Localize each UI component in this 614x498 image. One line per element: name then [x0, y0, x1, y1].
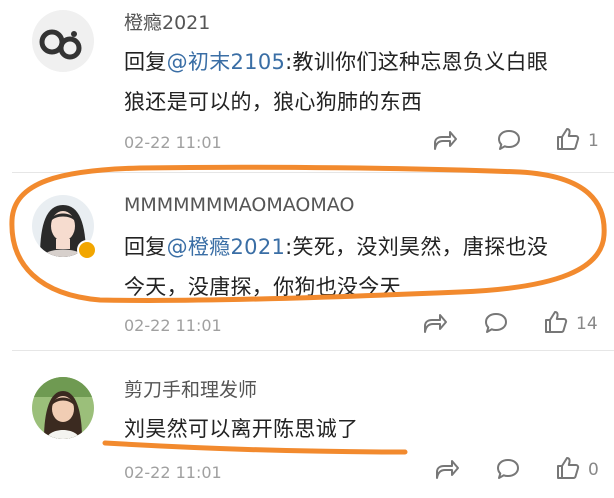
mention-link[interactable]: @橙瘾2021: [167, 235, 286, 259]
username[interactable]: 橙瘾2021: [124, 8, 210, 35]
mention-link[interactable]: @初末2105: [167, 50, 286, 74]
share-icon[interactable]: [432, 128, 458, 152]
comment-text-line: 回复@橙瘾2021:笑死，没刘昊然，唐探也没: [124, 231, 548, 261]
timestamp: 02-22 11:01: [124, 133, 222, 152]
comment-text: :教训你们这种忘恩负义白眼: [285, 50, 549, 74]
verified-badge: [77, 240, 97, 260]
comment-text: :笑死，没刘昊然，唐探也没: [285, 235, 549, 259]
comment-icon[interactable]: [496, 128, 522, 152]
comment-icon[interactable]: [495, 457, 521, 481]
comment-item: MMMMMMMAOMAOMAO 回复@橙瘾2021:笑死，没刘昊然，唐探也没 今…: [0, 173, 614, 349]
comment-text-line: 狼还是可以的，狼心狗肺的东西: [124, 90, 423, 114]
username[interactable]: 剪刀手和理发师: [124, 375, 257, 402]
like-count: 0: [588, 460, 599, 480]
reply-prefix: 回复: [124, 235, 167, 259]
like-icon[interactable]: [543, 309, 569, 335]
like-icon[interactable]: [555, 455, 581, 481]
like-count: 1: [588, 131, 599, 151]
comment-text-line: 今天，没唐探，你狗也没今天: [124, 275, 401, 299]
like-icon[interactable]: [555, 126, 581, 152]
comment-text-line: 回复@初末2105:教训你们这种忘恩负义白眼: [124, 46, 548, 76]
share-icon[interactable]: [422, 311, 448, 335]
comment-item: 橙瘾2021 回复@初末2105:教训你们这种忘恩负义白眼 狼还是可以的，狼心狗…: [0, 0, 614, 170]
comment-icon[interactable]: [483, 311, 509, 335]
avatar[interactable]: [32, 377, 94, 439]
avatar[interactable]: [32, 10, 94, 72]
like-count: 14: [576, 314, 598, 334]
comment-item: 剪刀手和理发师 刘昊然可以离开陈思诚了 02-22 11:01 0: [0, 351, 614, 498]
reply-prefix: 回复: [124, 50, 167, 74]
share-icon[interactable]: [434, 457, 460, 481]
timestamp: 02-22 11:01: [124, 316, 222, 335]
comment-text: 刘昊然可以离开陈思诚了: [124, 417, 359, 441]
username[interactable]: MMMMMMMAOMAOMAO: [124, 194, 354, 216]
timestamp: 02-22 11:01: [124, 463, 222, 482]
